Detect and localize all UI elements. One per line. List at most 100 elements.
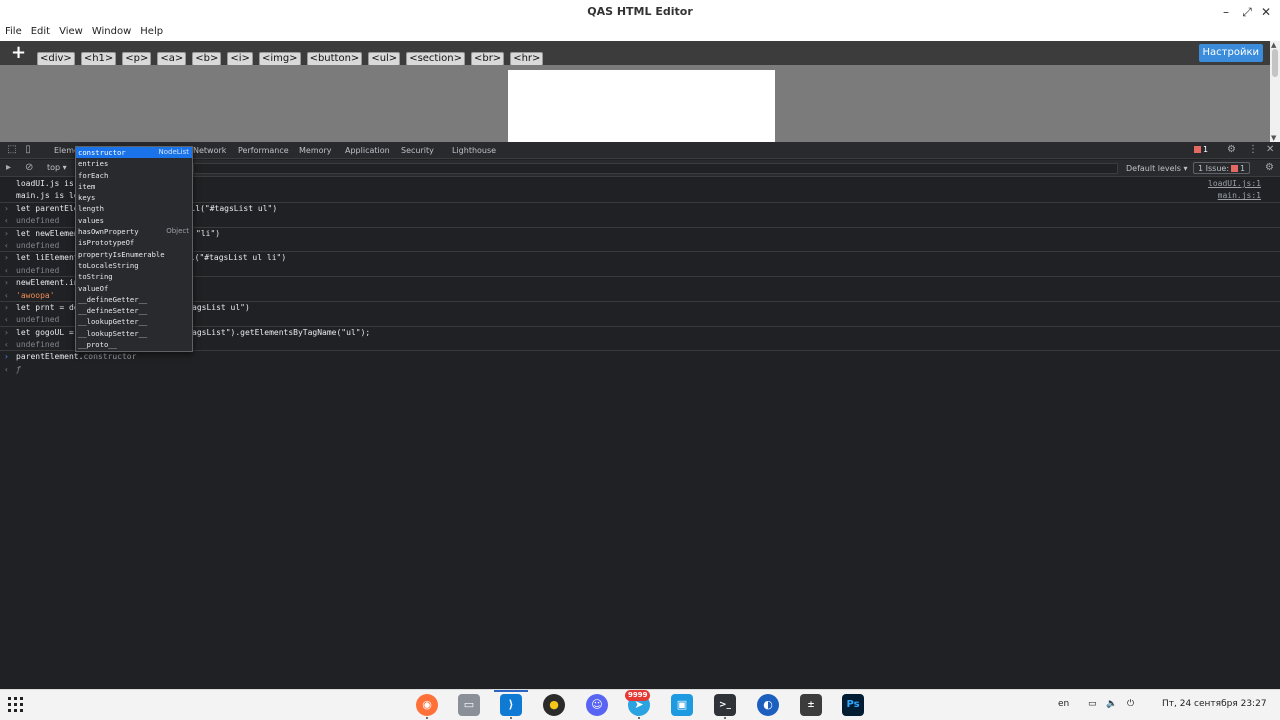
sidebar-toggle-icon[interactable]: ▸ (6, 162, 11, 173)
tab-performance[interactable]: Performance (238, 146, 289, 155)
discord-icon[interactable]: ☺ (586, 694, 608, 716)
keyboard-layout[interactable]: en (1058, 699, 1069, 709)
autocomplete-popup: constructor NodeList entries forEach item… (75, 146, 193, 352)
telegram-unread-badge: 9999 (625, 690, 651, 701)
maximize-button[interactable]: ⤢ (1238, 3, 1256, 21)
autocomplete-item[interactable]: values (76, 215, 192, 226)
autocomplete-item[interactable]: __defineGetter__ (76, 294, 192, 305)
photoshop-icon[interactable]: Ps (842, 694, 864, 716)
autocomplete-item[interactable]: valueOf (76, 283, 192, 294)
tag-button-div[interactable]: <div> (37, 52, 75, 66)
tag-button-ul[interactable]: <ul> (368, 52, 401, 66)
autocomplete-item[interactable]: hasOwnProperty Object (76, 226, 192, 237)
autocomplete-item[interactable]: constructor NodeList (76, 147, 192, 159)
display-icon[interactable]: ▭ (1088, 699, 1097, 709)
autocomplete-item[interactable]: isPrototypeOf (76, 237, 192, 248)
autocomplete-item[interactable]: entries (76, 158, 192, 169)
autocomplete-item[interactable]: length (76, 203, 192, 214)
source-link[interactable]: main.js:1 (1218, 191, 1261, 200)
clear-console-icon[interactable]: ⊘ (25, 162, 33, 173)
menu-file[interactable]: File (0, 24, 26, 37)
tag-button-h1[interactable]: <h1> (80, 52, 117, 66)
device-toggle-icon[interactable]: ▯ (22, 144, 34, 156)
tag-button-hr[interactable]: <hr> (510, 52, 544, 66)
tab-application[interactable]: Application (345, 146, 390, 155)
tag-button-br[interactable]: <br> (470, 52, 505, 66)
console-input-tail: agsList ul") (192, 302, 250, 312)
tab-security[interactable]: Security (401, 146, 434, 155)
browser-icon[interactable]: ◐ (757, 694, 779, 716)
tag-button-button[interactable]: <button> (306, 52, 363, 66)
volume-icon[interactable]: 🔈 (1106, 699, 1117, 709)
calculator-icon[interactable]: ± (800, 694, 822, 716)
tab-network[interactable]: Network (193, 146, 226, 155)
menu-edit[interactable]: Edit (26, 24, 54, 37)
menu-window[interactable]: Window (87, 24, 135, 37)
output-chevron-icon: ‹ (4, 315, 9, 325)
context-selector[interactable]: top ▾ (44, 163, 70, 172)
firefox-icon[interactable]: ◉ (416, 694, 438, 716)
close-button[interactable]: ✕ (1257, 3, 1275, 21)
add-icon[interactable]: + (11, 42, 26, 64)
scroll-up-icon[interactable]: ▲ (1271, 41, 1276, 49)
autocomplete-item[interactable]: __lookupGetter__ (76, 316, 192, 327)
clock[interactable]: Пт, 24 сентября 23:27 (1162, 699, 1267, 709)
tab-memory[interactable]: Memory (299, 146, 332, 155)
tag-toolbar: + <div> <h1> <p> <a> <b> <i> <img> <button> <ul>… (0, 41, 1270, 66)
console-message: main.js is lo (16, 191, 79, 201)
power-icon[interactable]: ⏻ (1127, 699, 1134, 709)
issues-button[interactable]: 1 Issue: 1 (1193, 162, 1251, 174)
menu-bar: File Edit View Window Help (0, 24, 1280, 41)
scrollbar-thumb[interactable] (1272, 49, 1278, 77)
tag-button-img[interactable]: <img> (258, 52, 301, 66)
prompt-chevron-icon: › (4, 352, 9, 362)
log-levels-dropdown[interactable]: Default levels ▾ (1126, 164, 1188, 173)
source-link[interactable]: loadUI.js:1 (1208, 179, 1261, 188)
error-count-badge[interactable]: 1 (1194, 145, 1208, 154)
autocomplete-item[interactable]: propertyIsEnumerable (76, 249, 192, 260)
canvas-page[interactable] (508, 70, 775, 142)
minimize-button[interactable]: – (1217, 3, 1235, 21)
tab-lighthouse[interactable]: Lighthouse (452, 146, 496, 155)
files-icon[interactable]: ▭ (458, 694, 480, 716)
tag-buttons: <div> <h1> <p> <a> <b> <i> <img> <button> <ul> <s… (37, 46, 549, 66)
console-input: let parentEle (16, 203, 79, 213)
filter-input[interactable] (193, 163, 1118, 174)
console-input-tail: ll("#tagsList ul li") (185, 253, 287, 263)
scroll-down-icon[interactable]: ▼ (1271, 134, 1276, 142)
autocomplete-item[interactable]: forEach (76, 170, 192, 181)
menu-view[interactable]: View (54, 24, 87, 37)
autocomplete-item[interactable]: toLocaleString (76, 260, 192, 271)
console-prompt-input[interactable]: parentElement.constructor (16, 352, 136, 361)
store-icon[interactable]: ▣ (671, 694, 693, 716)
running-dot (724, 717, 726, 719)
settings-button[interactable]: Настройки (1198, 44, 1263, 62)
window-titlebar: QAS HTML Editor – ⤢ ✕ (0, 0, 1280, 24)
close-devtools-icon[interactable]: ✕ (1266, 144, 1274, 155)
more-options-icon[interactable]: ⋮ (1248, 144, 1258, 155)
autocomplete-item[interactable]: __lookupSetter__ (76, 328, 192, 339)
tag-button-i[interactable]: <i> (227, 52, 253, 66)
app-launcher-icon[interactable] (8, 697, 24, 713)
tag-button-section[interactable]: <section> (406, 52, 465, 66)
console-input: newElement.inn (16, 278, 84, 288)
autocomplete-item[interactable]: toString (76, 271, 192, 282)
autocomplete-hint: constructor (83, 352, 137, 362)
autocomplete-item[interactable]: keys (76, 192, 192, 203)
console-prompt-row[interactable]: › parentElement.constructor (0, 351, 1280, 363)
autocomplete-item[interactable]: __proto__ (76, 339, 192, 350)
terminal-icon[interactable]: >_ (714, 694, 736, 716)
inspect-icon[interactable]: ⬚ (6, 144, 18, 156)
tag-button-p[interactable]: <p> (122, 52, 152, 66)
vscode-icon[interactable]: ⟩ (500, 694, 522, 716)
autocomplete-item[interactable]: item (76, 181, 192, 192)
gear-icon[interactable]: ⚙ (1227, 144, 1236, 155)
canvas-scrollbar[interactable]: ▲ ▼ (1270, 41, 1280, 142)
menu-help[interactable]: Help (135, 24, 167, 37)
console-settings-icon[interactable]: ⚙ (1265, 162, 1274, 173)
media-player-icon[interactable]: ● (543, 694, 565, 716)
running-dot (510, 717, 512, 719)
tag-button-b[interactable]: <b> (192, 52, 222, 66)
autocomplete-item[interactable]: __defineSetter__ (76, 305, 192, 316)
tag-button-a[interactable]: <a> (157, 52, 187, 66)
